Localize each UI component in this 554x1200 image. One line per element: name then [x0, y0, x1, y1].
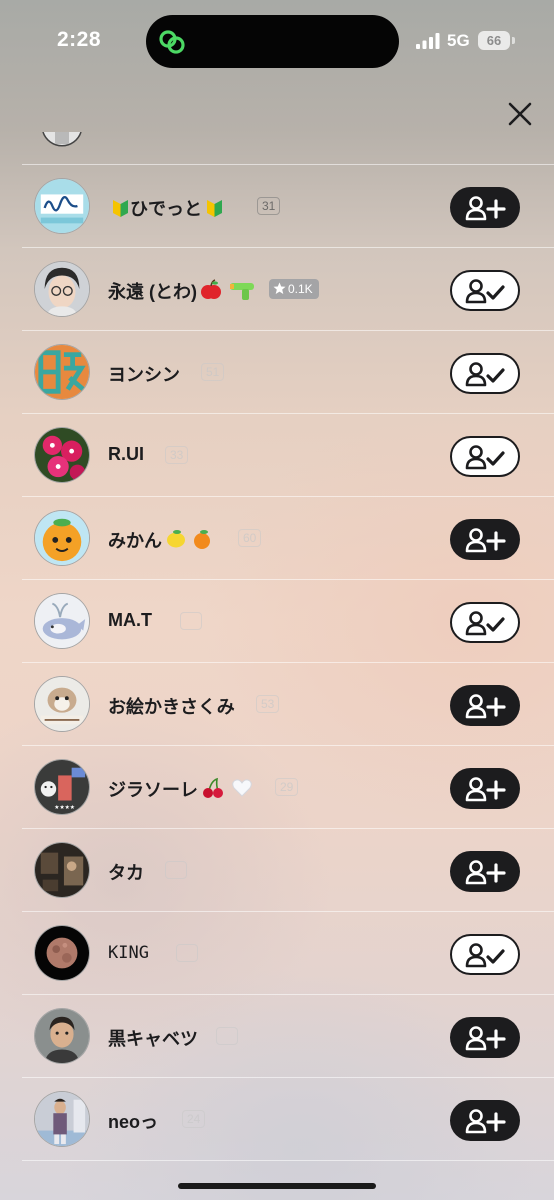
list-item[interactable]: KING — [0, 912, 554, 995]
user-list: ひでっと 31 永遠 (とわ) 0.1K ヨンシン 51 R.UI 33 みかん… — [0, 165, 554, 1161]
cherries-icon — [203, 777, 223, 798]
level-badge: 31 — [257, 197, 281, 215]
level-badge: 33 — [165, 446, 189, 464]
add-person-icon — [465, 1108, 506, 1133]
user-name: みかん — [108, 527, 213, 553]
network-type: 5G — [447, 31, 470, 50]
list-item[interactable]: 永遠 (とわ) 0.1K — [0, 248, 554, 331]
beginner-mark-icon — [207, 200, 222, 217]
user-name: タカ — [108, 863, 144, 883]
avatar[interactable]: ★★★★ — [34, 759, 90, 815]
battery-level: 66 — [486, 33, 502, 48]
lemon-icon — [167, 530, 185, 548]
add-person-icon — [465, 1025, 506, 1050]
battery-tip — [512, 37, 515, 44]
level-badge — [165, 861, 187, 879]
avatar[interactable] — [34, 344, 90, 400]
list-item[interactable]: ヨンシン 51 — [0, 331, 554, 414]
tangerine-icon — [194, 530, 210, 549]
following-button[interactable] — [450, 353, 520, 394]
follow-button[interactable] — [450, 1100, 520, 1141]
home-indicator[interactable] — [178, 1183, 376, 1189]
avatar[interactable] — [34, 925, 90, 981]
following-button[interactable] — [450, 602, 520, 643]
list-item[interactable]: タカ — [0, 829, 554, 912]
status-time: 2:28 — [57, 28, 102, 51]
list-item[interactable]: 黒キャベツ — [0, 995, 554, 1078]
user-name: MA.T — [108, 610, 152, 630]
level-badge: 51 — [201, 363, 225, 381]
user-name: 黒キャベツ — [108, 1029, 198, 1049]
user-name: neoっ — [108, 1112, 159, 1132]
close-button[interactable] — [500, 94, 540, 134]
beginner-mark-icon — [113, 200, 128, 217]
avatar[interactable] — [34, 261, 90, 317]
follow-button[interactable] — [450, 187, 520, 228]
user-name: KING — [108, 943, 149, 963]
follow-button[interactable] — [450, 519, 520, 560]
person-check-icon — [465, 444, 505, 469]
user-name: 永遠 (とわ) — [108, 278, 256, 304]
level-badge — [180, 612, 202, 630]
star-icon — [273, 282, 286, 294]
water-gun-icon — [230, 283, 254, 300]
dynamic-island — [146, 15, 399, 68]
apple-icon — [201, 279, 221, 299]
avatar-partial — [41, 132, 83, 154]
level-badge: 0.1K — [269, 279, 319, 299]
divider — [22, 1160, 554, 1161]
add-person-icon — [465, 693, 506, 718]
user-name: ジラソーレ — [108, 776, 253, 802]
svg-text:★★★★: ★★★★ — [54, 804, 75, 811]
white-heart-icon — [232, 779, 252, 797]
user-name: ひでっと — [108, 195, 224, 221]
add-person-icon — [465, 195, 506, 220]
person-check-icon — [465, 278, 505, 303]
level-badge — [216, 1027, 238, 1045]
user-name: お絵かきさくみ — [108, 697, 235, 717]
avatar[interactable] — [34, 593, 90, 649]
level-badge: 24 — [182, 1110, 206, 1128]
avatar[interactable] — [34, 427, 90, 483]
following-button[interactable] — [450, 270, 520, 311]
list-item[interactable]: ひでっと 31 — [0, 165, 554, 248]
follow-button[interactable] — [450, 851, 520, 892]
follow-button[interactable] — [450, 685, 520, 726]
avatar[interactable] — [34, 1008, 90, 1064]
level-badge: 60 — [238, 529, 262, 547]
follow-button[interactable] — [450, 1017, 520, 1058]
person-check-icon — [465, 942, 505, 967]
battery-icon: 66 — [478, 31, 510, 50]
list-item[interactable]: neoっ 24 — [0, 1078, 554, 1161]
avatar[interactable] — [34, 842, 90, 898]
add-person-icon — [465, 776, 506, 801]
avatar[interactable] — [34, 1091, 90, 1147]
signal-icon — [416, 33, 440, 49]
status-bar: 2:28 5G 66 — [0, 0, 554, 84]
close-icon — [508, 102, 532, 126]
following-button[interactable] — [450, 436, 520, 477]
person-check-icon — [465, 610, 505, 635]
add-person-icon — [465, 527, 506, 552]
link-icon — [159, 30, 185, 54]
avatar[interactable] — [34, 178, 90, 234]
avatar[interactable] — [34, 676, 90, 732]
person-check-icon — [465, 361, 505, 386]
follow-button[interactable] — [450, 768, 520, 809]
list-item[interactable]: MA.T — [0, 580, 554, 663]
level-badge: 29 — [275, 778, 299, 796]
level-badge — [176, 944, 198, 962]
add-person-icon — [465, 859, 506, 884]
user-name: R.UI — [108, 444, 144, 464]
user-name: ヨンシン — [108, 365, 180, 385]
list-item[interactable]: お絵かきさくみ 53 — [0, 663, 554, 746]
avatar[interactable] — [34, 510, 90, 566]
list-item[interactable]: ★★★★ ジラソーレ 29 — [0, 746, 554, 829]
list-item[interactable]: R.UI 33 — [0, 414, 554, 497]
following-button[interactable] — [450, 934, 520, 975]
level-badge: 53 — [256, 695, 280, 713]
list-item[interactable]: みかん 60 — [0, 497, 554, 580]
